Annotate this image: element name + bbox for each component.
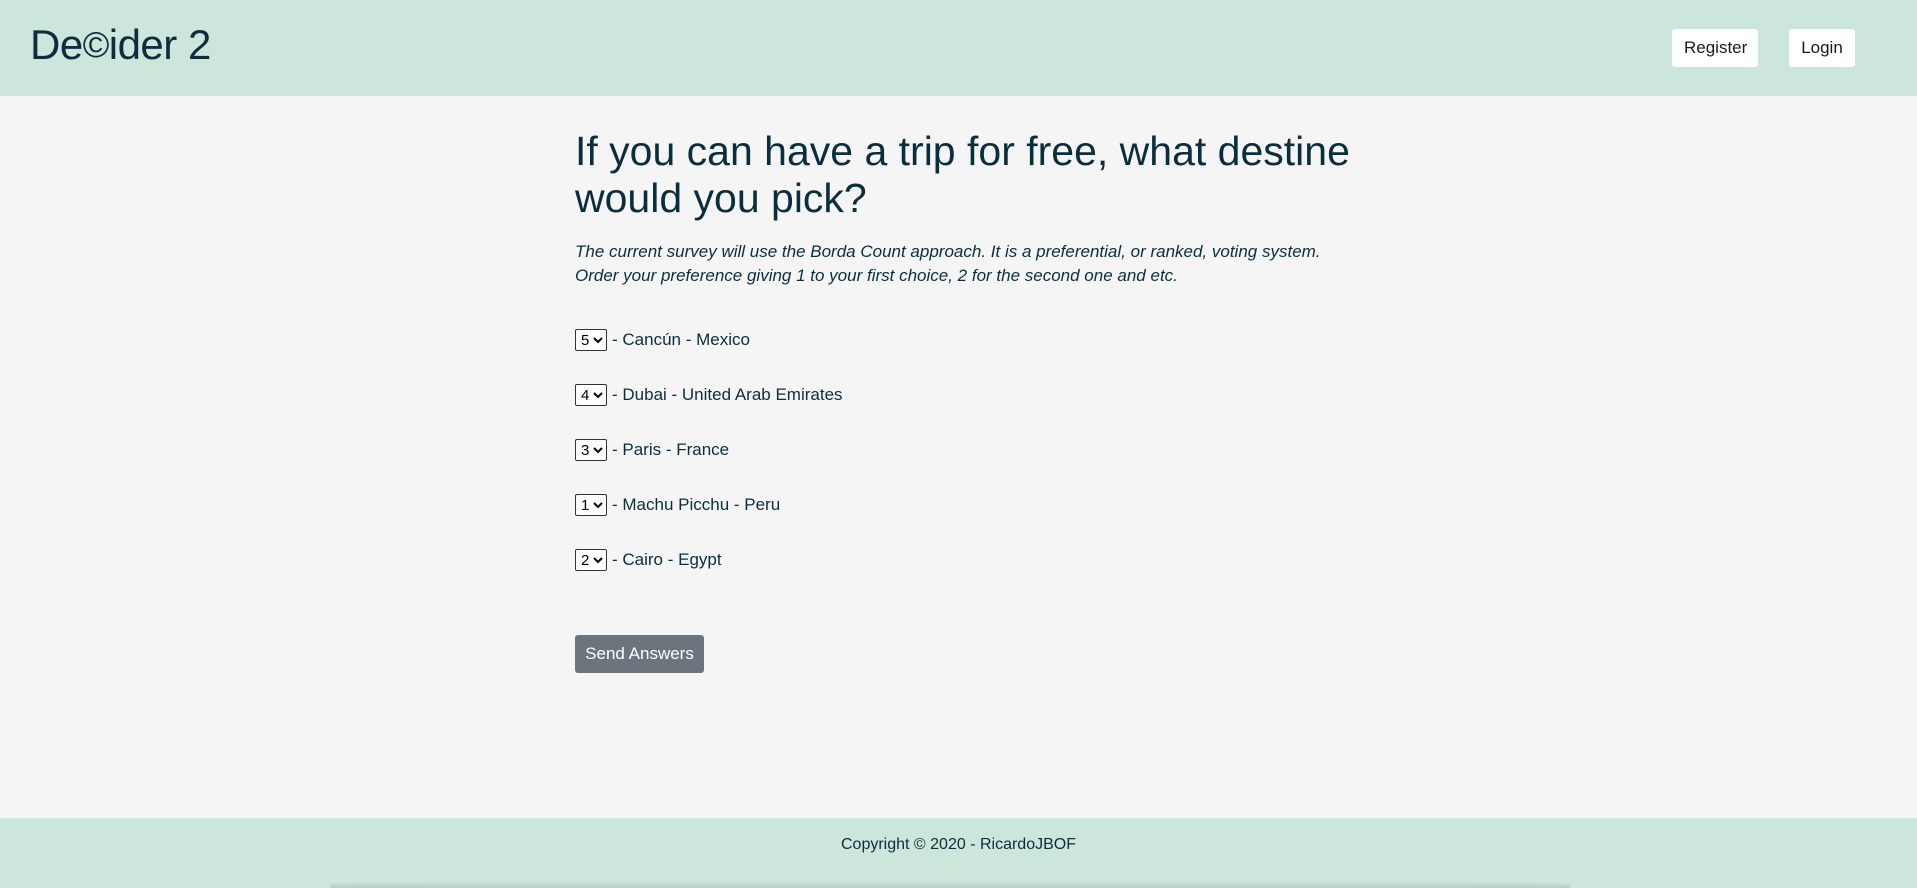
app-logo[interactable]: De©ider 2 <box>30 18 211 72</box>
option-row: 12345 - Machu Picchu - Peru <box>575 493 780 517</box>
option-row: 12345 - Cairo - Egypt <box>575 548 722 572</box>
rank-select[interactable]: 12345 <box>575 384 607 406</box>
footer-shadow <box>330 880 1570 888</box>
option-label: - Paris - France <box>612 440 730 459</box>
rank-select[interactable]: 12345 <box>575 549 607 571</box>
option-label: - Machu Picchu - Peru <box>612 495 781 514</box>
logo-copyright-glyph: © <box>82 24 110 65</box>
option-label: - Dubai - United Arab Emirates <box>612 385 843 404</box>
survey-description: The current survey will use the Borda Co… <box>575 242 1321 285</box>
option-row: 12345 - Cancún - Mexico <box>575 328 750 352</box>
register-button[interactable]: Register <box>1672 29 1758 67</box>
logo-prefix: De <box>30 21 83 68</box>
footer: Copyright © 2020 - RicardoJBOF <box>0 818 1917 888</box>
logo-suffix: ider 2 <box>108 21 212 68</box>
option-label: - Cancún - Mexico <box>612 330 750 349</box>
option-label: - Cairo - Egypt <box>612 550 722 569</box>
rank-select[interactable]: 12345 <box>575 439 607 461</box>
send-answers-button[interactable]: Send Answers <box>575 635 704 673</box>
top-header: De©ider 2 Register Login <box>0 0 1917 96</box>
option-row: 12345 - Paris - France <box>575 438 729 462</box>
survey-question: If you can have a trip for free, what de… <box>575 128 1350 221</box>
option-row: 12345 - Dubai - United Arab Emirates <box>575 383 843 407</box>
rank-select[interactable]: 12345 <box>575 494 607 516</box>
rank-select[interactable]: 12345 <box>575 329 607 351</box>
copyright-text: Copyright © 2020 - RicardoJBOF <box>841 836 1076 853</box>
login-button[interactable]: Login <box>1789 29 1855 67</box>
